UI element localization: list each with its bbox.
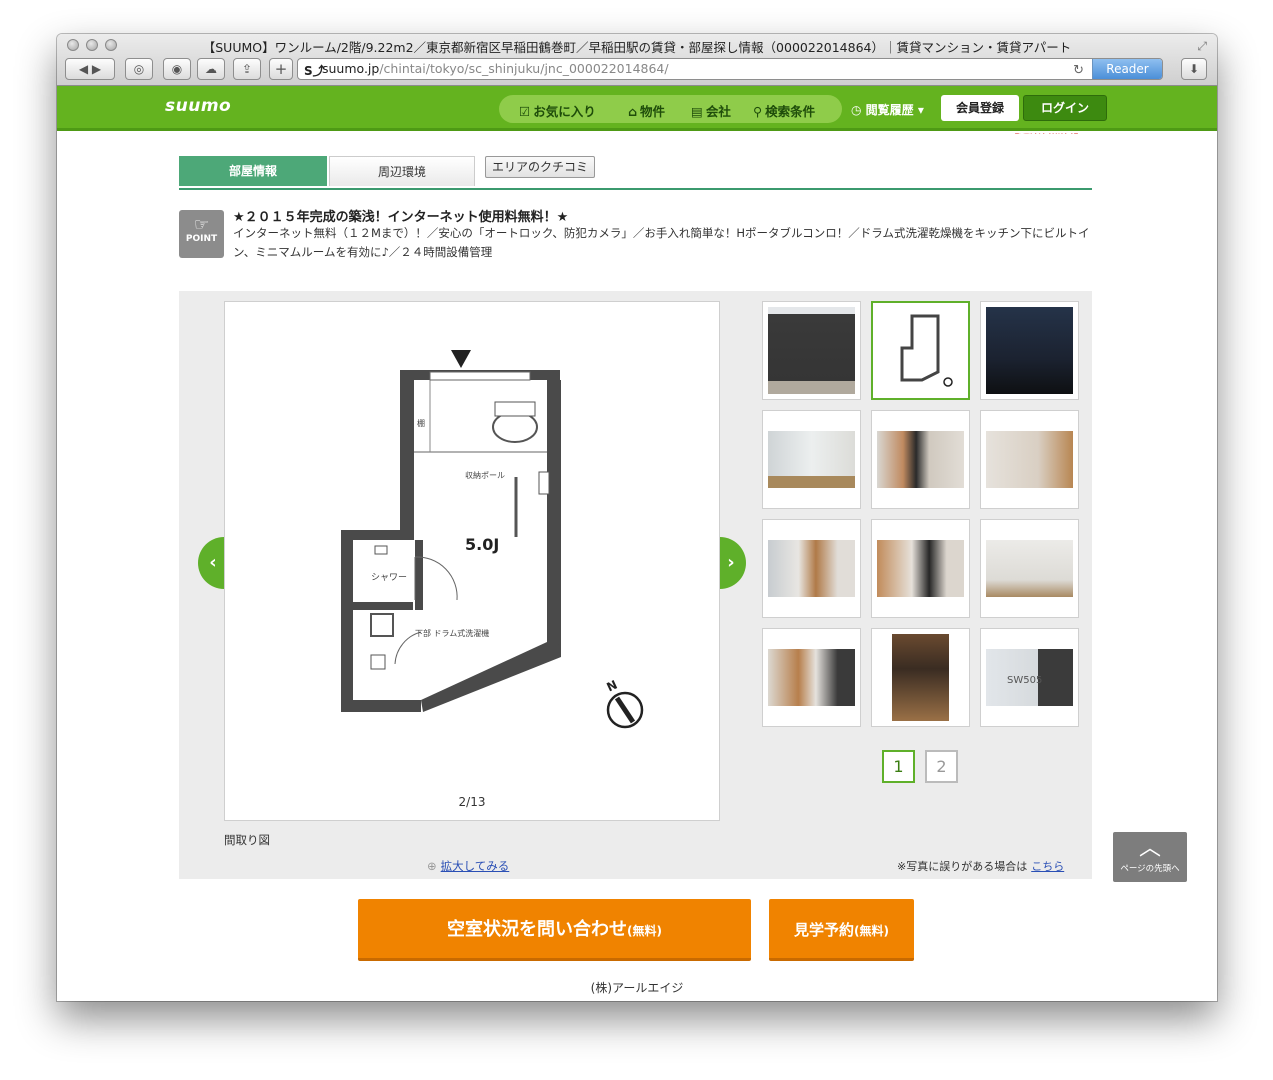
back-forward-buttons[interactable]: ◀ ▶ xyxy=(65,58,115,80)
icloud-icon[interactable]: ☁ xyxy=(197,58,225,80)
new-tab-button[interactable]: + xyxy=(269,58,293,80)
nav-favorites[interactable]: ☑ お気に入り xyxy=(519,101,596,120)
minimize-window-button[interactable] xyxy=(86,39,98,51)
main-photo-floorplan[interactable]: 5.0J 収納ポール シャワー 下部 ドラム式洗濯機 棚 N 2/13 xyxy=(224,301,720,821)
chevron-left-icon: ‹ xyxy=(209,552,217,573)
shelf-label: 棚 xyxy=(417,418,425,428)
pager-page-1[interactable]: 1 xyxy=(882,750,915,783)
address-bar[interactable]: S⤴ suumo.jp/chintai/tokyo/sc_shinjuku/jn… xyxy=(297,58,1163,80)
inquire-availability-button[interactable]: 空室状況を問い合わせ(無料) xyxy=(358,899,751,961)
reader-button[interactable]: Reader xyxy=(1092,59,1162,79)
zoom-window-button[interactable] xyxy=(105,39,117,51)
floorplan-drawing: 5.0J 収納ポール シャワー 下部 ドラム式洗濯機 棚 N xyxy=(341,350,644,729)
nav-search-conditions[interactable]: ⚲ 検索条件 xyxy=(753,101,815,120)
prev-photo-button[interactable]: ‹ xyxy=(198,537,224,589)
pointing-hand-icon: ☞ xyxy=(193,215,210,235)
thumbnail-3[interactable] xyxy=(980,301,1079,400)
report-error-text: ※写真に誤りがある場合は こちら xyxy=(897,860,1065,873)
visit-reservation-button[interactable]: 見学予約(無料) xyxy=(769,899,914,961)
area-reviews-button[interactable]: エリアのクチコミ xyxy=(485,156,595,178)
nav-history[interactable]: ◷ 閲覧履歴 ▾ xyxy=(851,101,924,118)
downloads-icon[interactable]: ⬇ xyxy=(1181,58,1207,80)
thumbnail-2[interactable] xyxy=(871,301,970,400)
browser-window: 【SUUMO】ワンルーム/2階/9.22m2／東京都新宿区早稲田鶴巻町／早稲田駅… xyxy=(57,34,1217,1001)
page-content: suumo ☑ お気に入り ⌂ 物件 ▤ 会社 ⚲ 検索条件 ◷ 閲覧履歴 ▾ 会員登録… xyxy=(57,86,1217,1001)
zoom-link[interactable]: ⊕ 拡大してみる xyxy=(427,858,509,874)
suumo-logo[interactable]: suumo xyxy=(165,96,231,116)
site-header: suumo ☑ お気に入り ⌂ 物件 ▤ 会社 ⚲ 検索条件 ◷ 閲覧履歴 ▾ 会員登録… xyxy=(57,86,1217,131)
north-label: N xyxy=(605,678,620,695)
caret-down-icon: ▾ xyxy=(913,103,924,117)
point-title: ★２０１５年完成の築浅！インターネット使用料無料！★ xyxy=(233,210,569,225)
chevron-up-icon: ︿ xyxy=(1138,836,1161,861)
company-name: (株)アールエイジ xyxy=(590,981,684,995)
thumbnail-7[interactable] xyxy=(762,519,861,618)
register-button[interactable]: 会員登録 xyxy=(941,95,1019,121)
browser-titlebar: 【SUUMO】ワンルーム/2階/9.22m2／東京都新宿区早稲田鶴巻町／早稲田駅… xyxy=(57,34,1217,86)
thumbnail-floorplan-icon xyxy=(900,314,953,387)
pager-page-2[interactable]: 2 xyxy=(925,750,958,783)
photo-counter: 2/13 xyxy=(458,795,486,809)
washer-label: 下部 ドラム式洗濯機 xyxy=(415,628,489,638)
report-error-link[interactable]: こちら xyxy=(1031,860,1064,873)
nav-properties[interactable]: ⌂ 物件 xyxy=(628,101,665,120)
search-icon: ⚲ xyxy=(753,104,763,119)
sidebar-icon[interactable]: ◉ xyxy=(163,58,191,80)
photo-caption: 間取り図 xyxy=(224,833,270,847)
photo-gallery: 5.0J 収納ポール シャワー 下部 ドラム式洗濯機 棚 N 2/13 ‹ › xyxy=(179,291,1092,879)
detail-tabs: 部屋情報 周辺環境 エリアのクチコミ xyxy=(179,156,1092,190)
thumbnail-10[interactable] xyxy=(762,628,861,727)
thumbnail-8[interactable] xyxy=(871,519,970,618)
room-size-label: 5.0J xyxy=(465,535,499,554)
login-button[interactable]: ログイン xyxy=(1023,95,1107,121)
shower-label: シャワー xyxy=(371,573,407,583)
storage-pole-label: 収納ポール xyxy=(465,470,505,480)
close-window-button[interactable] xyxy=(67,39,79,51)
next-photo-button[interactable]: › xyxy=(720,537,746,589)
thumbnail-12[interactable]: SW505 xyxy=(980,628,1079,727)
magnifier-plus-icon: ⊕ xyxy=(427,859,437,873)
chevron-right-icon: › xyxy=(727,552,735,573)
house-icon: ⌂ xyxy=(628,104,637,119)
tab-environment[interactable]: 周辺環境 xyxy=(329,156,475,186)
share-icon[interactable]: ⇪ xyxy=(233,58,261,80)
thumbnail-11[interactable] xyxy=(871,628,970,727)
building-icon: ▤ xyxy=(691,104,703,119)
back-to-top-button[interactable]: ︿ ページの先頭へ xyxy=(1113,832,1187,882)
window-title: 【SUUMO】ワンルーム/2階/9.22m2／東京都新宿区早稲田鶴巻町／早稲田駅… xyxy=(202,40,1072,55)
thumbnail-6[interactable] xyxy=(980,410,1079,509)
reload-icon[interactable]: ↻ xyxy=(1073,61,1084,79)
url-path: /chintai/tokyo/sc_shinjuku/jnc_000022014… xyxy=(379,61,669,76)
thumbnail-9[interactable] xyxy=(980,519,1079,618)
fullscreen-icon[interactable]: ⤢ xyxy=(1197,39,1207,54)
point-description: インターネット無料（１２Mまで）！／安心の「オートロック、防犯カメラ」／お手入れ… xyxy=(233,226,1090,259)
thumbnail-1[interactable] xyxy=(762,301,861,400)
favorites-icon: ☑ xyxy=(519,104,531,119)
thumbnail-5[interactable] xyxy=(871,410,970,509)
nav-companies[interactable]: ▤ 会社 xyxy=(691,101,731,120)
clock-icon: ◷ xyxy=(851,103,866,117)
thumbnail-4[interactable] xyxy=(762,410,861,509)
sign-label: SW505 xyxy=(1007,675,1043,686)
history-icon[interactable]: ◎ xyxy=(125,58,153,80)
point-badge: ☞ POINT xyxy=(179,210,224,258)
suumo-favicon-icon: S⤴ xyxy=(304,64,325,78)
tab-room-info[interactable]: 部屋情報 xyxy=(179,156,327,186)
url-domain: suumo.jp xyxy=(322,61,380,76)
